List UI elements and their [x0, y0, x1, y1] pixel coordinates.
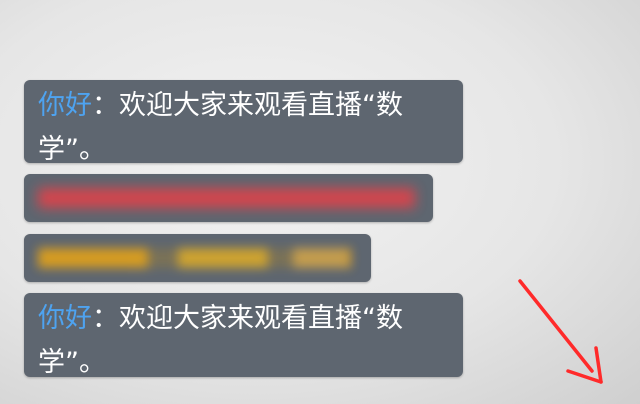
annotation-arrow-icon	[518, 279, 603, 384]
live-stream-chat-screen: 你好：欢迎大家来观看直播“数学”。 你好：欢迎大家来观看直播“数学”。	[0, 0, 640, 404]
